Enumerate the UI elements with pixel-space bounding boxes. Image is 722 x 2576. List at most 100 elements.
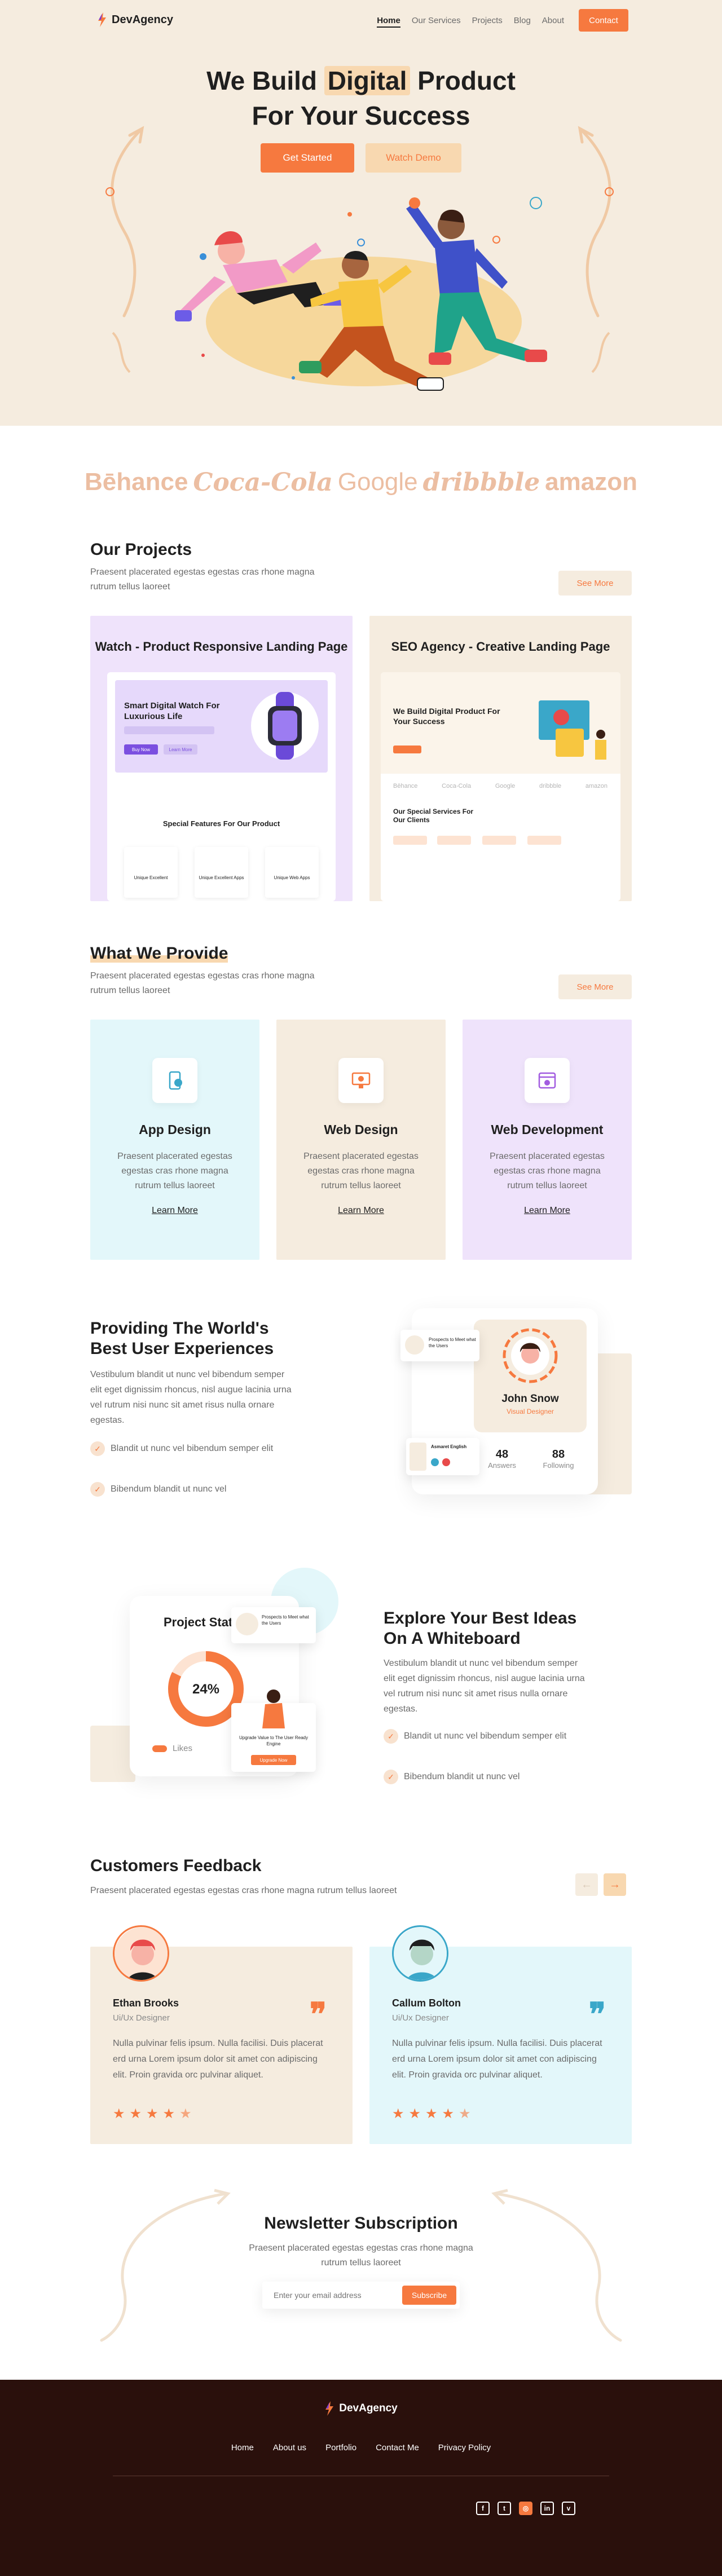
vimeo-icon[interactable]: v [562,2502,575,2515]
whiteboard-check-2: ✓ Bibendum blandit ut nunc vel [384,1770,587,1784]
preview-heading: We Build Digital Product For Your Succes… [393,707,500,726]
hero-section: DevAgency Home Our Services Projects Blo… [0,0,722,426]
watch-image [251,692,319,760]
whiteboard-illustration: Project Stat 24% Likes Prospects to Meet… [90,1562,350,1788]
answers-stat: 48 Answers [479,1448,525,1470]
preview-tag [437,836,471,845]
profile-card: John Snow Visual Designer [474,1320,587,1432]
brand-logo[interactable]: DevAgency [97,12,173,27]
dribbble-logo: dribbble [422,467,540,497]
footer-logo[interactable]: DevAgency [0,2401,722,2416]
project-title: Watch - Product Responsive Landing Page [95,639,348,654]
amazon-logo: amazon [545,468,637,496]
next-arrow-icon[interactable]: → [604,1873,626,1896]
google-logo: Google [337,468,418,496]
mini-card-1: Prospects to Meet what the Users [400,1330,479,1361]
footer-link-portfolio[interactable]: Portfolio [325,2443,356,2453]
footer-link-home[interactable]: Home [231,2443,254,2453]
preview-tag [527,836,561,845]
preview-text-line [124,726,214,734]
project-card-watch[interactable]: Watch - Product Responsive Landing Page … [90,616,353,901]
bolt-icon [325,2401,334,2416]
hero-title-pre: We Build [206,66,324,95]
provide-see-more-button[interactable]: See More [558,974,632,999]
dribbble-icon[interactable]: ◎ [519,2502,532,2515]
service-desc: Praesent placerated egestas egestas cras… [490,1152,605,1190]
service-card-app-design[interactable]: App Design Praesent placerated egestas e… [90,1020,259,1260]
learn-more-link[interactable]: Learn More [90,1206,259,1216]
footer-link-about[interactable]: About us [273,2443,306,2453]
experience-check-1: ✓ Blandit ut nunc vel bibendum semper eli… [90,1441,293,1456]
answers-value: 48 [495,1448,509,1461]
service-desc: Praesent placerated egestas egestas cras… [303,1152,419,1190]
testimonial-text: Nulla pulvinar felis ipsum. Nulla facili… [392,2039,602,2080]
nav-our-services[interactable]: Our Services [412,16,461,28]
person-image [262,1690,285,1728]
prev-arrow-icon[interactable]: ← [575,1873,598,1896]
check-icon: ✓ [90,1482,105,1497]
provide-title-text: What We Provide [90,944,228,963]
newsletter-title: Newsletter Subscription [264,2214,458,2233]
footer: DevAgency Home About us Portfolio Contac… [0,2380,722,2576]
preview-tag [482,836,516,845]
nav-projects[interactable]: Projects [472,16,503,28]
projects-see-more-button[interactable]: See More [558,571,632,596]
provide-subtitle: Praesent placerated egestas egestas cras… [90,971,315,995]
footer-link-privacy[interactable]: Privacy Policy [438,2443,491,2453]
preview-tag [393,836,427,845]
chart-legend: Likes [152,1744,192,1753]
facebook-icon[interactable]: f [476,2502,490,2515]
check-text: Bibendum blandit ut nunc vel [111,1484,227,1494]
customer-role: Ui/Ux Designer [113,2013,170,2023]
linkedin-icon[interactable]: in [540,2502,554,2515]
project-preview-watch: Smart Digital Watch For Luxurious Life B… [107,672,336,901]
service-title: App Design [139,1122,211,1137]
preview-brand: dribbble [539,783,562,789]
hero-title-post: Product [410,66,516,95]
preview-illustration [539,700,606,760]
contact-button[interactable]: Contact [579,9,628,32]
preview-buy-button: Buy Now [124,744,158,755]
preview-feature-1: Unique Excellent [124,847,178,898]
customer-name: Callum Bolton [392,1997,461,2009]
twitter-icon[interactable]: t [498,2502,511,2515]
nav-home[interactable]: Home [377,16,400,28]
quote-icon: ❞ [309,1996,327,2032]
experience-illustration: John Snow Visual Designer 48 Answers 88 … [389,1297,632,1500]
upgrade-button[interactable]: Upgrade Now [251,1755,296,1765]
project-preview-seo: We Build Digital Product For Your Succes… [381,672,620,901]
mini-card-avatar [236,1613,258,1635]
mini-card-avatar [405,1335,424,1355]
following-stat: 88 Following [536,1448,581,1470]
provide-title: What We Provide [90,944,228,963]
experience-check-2: ✓ Bibendum blandit ut nunc vel [90,1482,293,1497]
footer-link-contact[interactable]: Contact Me [376,2443,419,2453]
email-input[interactable] [274,2288,392,2302]
social-links: f t ◎ in v [476,2502,575,2515]
preview-cta [393,746,421,753]
dot-icon [442,1458,450,1466]
brand-logos: Bēhance Coca-Cola Google dribbble amazon [85,462,637,502]
rating-stars: ★★★★★ [392,2106,476,2121]
nav-about[interactable]: About [542,16,564,28]
legend-label: Likes [173,1744,193,1753]
project-card-seo[interactable]: SEO Agency - Creative Landing Page We Bu… [369,616,632,901]
preview-section-title: Our Special Services For Our Clients [393,808,474,824]
service-card-web-design[interactable]: Web Design Praesent placerated egestas e… [276,1020,446,1260]
check-icon: ✓ [384,1729,398,1744]
learn-more-link[interactable]: Learn More [276,1206,446,1216]
footer-brand-name: DevAgency [339,2402,398,2414]
testimonial-text: Nulla pulvinar felis ipsum. Nulla facili… [113,2039,323,2080]
nav-blog[interactable]: Blog [514,16,531,28]
subscribe-button[interactable]: Subscribe [402,2286,456,2305]
learn-more-link[interactable]: Learn More [463,1206,632,1216]
main-menu: Home Our Services Projects Blog About [377,16,564,28]
service-card-web-development[interactable]: Web Development Praesent placerated eges… [463,1020,632,1260]
newsletter-form: Subscribe [262,2282,460,2309]
mini-card-avatar [410,1443,426,1471]
service-title: Web Development [491,1122,604,1137]
newsletter-subtitle: Praesent placerated egestas egestas cras… [249,2243,473,2268]
preview-heading: Smart Digital Watch For Luxurious Life [124,701,220,721]
monitor-icon [338,1058,384,1103]
phone-icon [152,1058,197,1103]
